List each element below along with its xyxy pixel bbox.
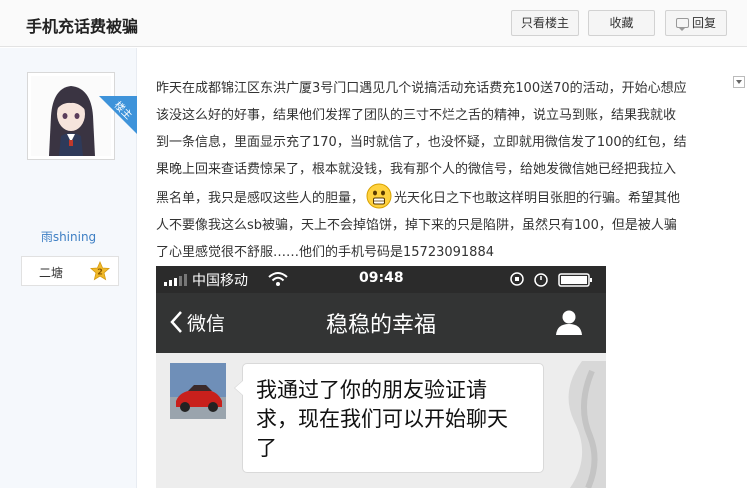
chat-nav-bar: 微信 稳稳的幸福 bbox=[156, 293, 606, 353]
rank-label: 二塘 bbox=[39, 266, 64, 280]
post-menu-dropdown[interactable] bbox=[733, 76, 745, 88]
carrier-name: 中国移动 bbox=[192, 273, 248, 289]
only-author-button[interactable]: 只看楼主 bbox=[511, 10, 579, 36]
username-link[interactable]: 雨shining bbox=[0, 228, 137, 245]
post-content: 昨天在成都锦江区东洪广厦3号门口遇见几个说搞活动充话费充100送70的活动，开始… bbox=[156, 75, 731, 266]
background-ink-decoration bbox=[568, 361, 606, 488]
reply-button-label: 回复 bbox=[691, 16, 716, 30]
favorite-button[interactable]: 收藏 bbox=[588, 10, 655, 36]
message-line: 求，现在我们可以开始聊天 bbox=[256, 407, 508, 431]
post-line: 昨天在成都锦江区东洪广厦3号门口遇见几个说搞活动充话费充100送70的活动，开始… bbox=[156, 81, 687, 96]
red-car-avatar-image bbox=[170, 363, 226, 419]
phone-status-bar: 中国移动 09:48 bbox=[156, 266, 606, 293]
post-line: 到一条信息，里面显示充了170，当时就信了，也没怀疑，立即就用微信发了100的红… bbox=[156, 135, 687, 150]
surprised-face-emoji-icon bbox=[366, 183, 392, 209]
post-line-with-emoji: 黑名单，我只是感叹这些人的胆量， 光天化日之下也敢这样明目张胆的行骗。希望其他 bbox=[156, 183, 731, 212]
post-line: 了心里感觉很不舒服……他们的手机号码是15723091884 bbox=[156, 245, 494, 260]
chat-title: 稳稳的幸福 bbox=[325, 313, 436, 338]
wifi-icon bbox=[268, 272, 288, 286]
status-icons bbox=[510, 272, 592, 287]
post-line: 人不要像我这么sb被骗，天上不会掉馅饼，掉下来的只是陷阱，虽然只有100，但是被… bbox=[156, 218, 677, 233]
chat-message-bubble: 我通过了你的朋友验证请 求，现在我们可以开始聊天 了 bbox=[234, 363, 544, 473]
status-time: 09:48 bbox=[359, 270, 404, 286]
floor-owner-ribbon: 楼主 bbox=[99, 96, 137, 134]
message-line: 了 bbox=[256, 436, 277, 460]
attached-screenshot[interactable]: 中国移动 09:48 微信 稳稳的幸福 我通过了你的朋友验证请 求，现在我们可以… bbox=[156, 266, 606, 488]
star-badge-icon: 2 bbox=[90, 261, 110, 281]
message-line: 我通过了你的朋友验证请 bbox=[256, 378, 487, 402]
contact-avatar[interactable] bbox=[170, 363, 226, 419]
thread-title: 手机充话费被骗 bbox=[26, 17, 139, 36]
rank-level: 2 bbox=[97, 268, 103, 277]
rank-box: 二塘 2 bbox=[21, 256, 119, 286]
post-line: 果晚上回来查话费惊呆了，根本就没钱，我有那个人的微信号，给她发微信她已经把我拉入 bbox=[156, 162, 677, 177]
post-text-segment: 黑名单，我只是感叹这些人的胆量， bbox=[156, 191, 365, 206]
signal-icon bbox=[164, 274, 187, 286]
post-line: 该没这么好的好事，结果他们发挥了团队的三寸不烂之舌的精神，说立马到账，结果我就收 bbox=[156, 108, 677, 123]
reply-icon bbox=[675, 18, 689, 31]
reply-button[interactable]: 回复 bbox=[665, 10, 727, 36]
post-text-segment: 光天化日之下也敢这样明目张胆的行骗。希望其他 bbox=[394, 191, 681, 206]
person-icon[interactable] bbox=[554, 309, 584, 335]
author-panel: 楼主 雨shining 二塘 2 bbox=[0, 48, 137, 488]
thread-header: 手机充话费被骗 只看楼主 收藏 回复 bbox=[0, 0, 747, 47]
floor-owner-tag: 楼主 bbox=[111, 99, 134, 122]
